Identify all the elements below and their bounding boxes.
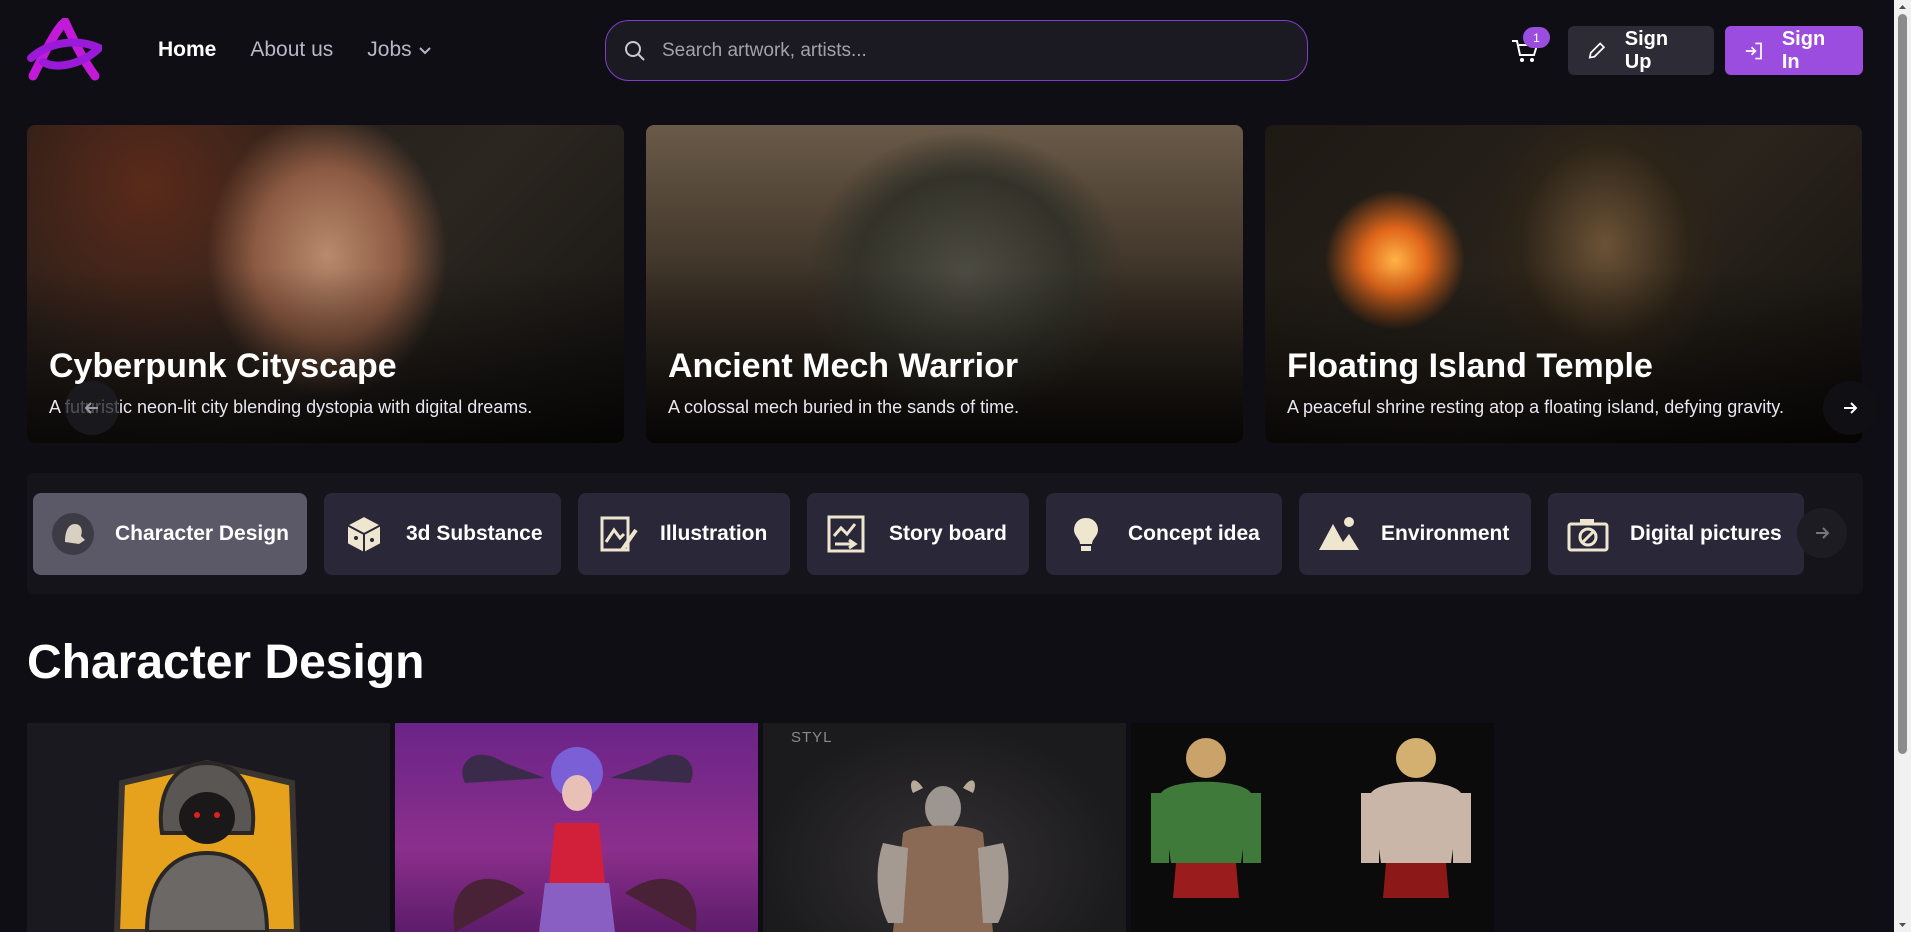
category-concept-idea[interactable]: Concept idea (1046, 493, 1282, 575)
category-label: Digital pictures (1630, 522, 1782, 545)
carousel-slide[interactable]: Floating Island Temple A peaceful shrine… (1265, 125, 1862, 443)
chevron-down-icon (418, 47, 431, 55)
slide-description: A futuristic neon-lit city blending dyst… (49, 397, 533, 417)
scroll-down-icon[interactable] (1898, 920, 1907, 929)
succubus-figure-image (453, 747, 697, 932)
carousel-slide[interactable]: Ancient Mech Warrior A colossal mech bur… (646, 125, 1243, 443)
scrollbar-thumb[interactable] (1898, 14, 1907, 754)
category-bar: Character Design 3d Substance Illustrati… (27, 473, 1863, 594)
category-character-design[interactable]: Character Design (33, 493, 307, 575)
featured-carousel: Cyberpunk Cityscape A futuristic neon-li… (27, 125, 1877, 443)
slide-gradient (1265, 125, 1862, 443)
nav-jobs[interactable]: Jobs (367, 38, 431, 62)
search-input[interactable] (662, 39, 1262, 62)
illustration-icon (596, 512, 640, 556)
search-bar[interactable] (605, 20, 1308, 81)
slide-gradient (27, 125, 624, 443)
section-title: Character Design (27, 636, 425, 689)
slide-title: Cyberpunk Cityscape (49, 347, 397, 385)
arrow-right-icon (1816, 527, 1830, 539)
category-environment[interactable]: Environment (1299, 493, 1531, 575)
category-next-button[interactable] (1797, 508, 1847, 558)
category-label: Environment (1381, 522, 1510, 545)
demon-figure-image (877, 780, 1009, 932)
slide-description: A peaceful shrine resting atop a floatin… (1287, 397, 1784, 417)
category-label: Illustration (660, 522, 768, 545)
carousel-slide[interactable]: Cyberpunk Cityscape A futuristic neon-li… (27, 125, 624, 443)
mountain-icon (1317, 512, 1361, 556)
logo-icon (27, 15, 106, 81)
cart-count-badge: 1 (1523, 27, 1550, 48)
nav-home[interactable]: Home (158, 38, 216, 62)
arrow-left-icon (84, 402, 98, 414)
header: Home About us Jobs 1 Sign Up Sign In (0, 0, 1890, 100)
nav-jobs-label: Jobs (367, 38, 412, 61)
category-digital-pictures[interactable]: Digital pictures (1548, 493, 1804, 575)
scroll-up-icon[interactable] (1898, 3, 1907, 12)
login-icon (1745, 42, 1762, 59)
sign-in-button[interactable]: Sign In (1725, 26, 1863, 75)
gallery-item[interactable]: STYL (763, 723, 1126, 932)
gallery-item[interactable] (1131, 723, 1494, 932)
sign-in-label: Sign In (1781, 27, 1826, 73)
carousel-next-button[interactable] (1823, 381, 1877, 435)
category-illustration[interactable]: Illustration (578, 493, 790, 575)
storyboard-icon (825, 512, 869, 556)
muscular-figures-image (1151, 738, 1471, 898)
sign-up-label: Sign Up (1624, 27, 1669, 73)
slide-description: A colossal mech buried in the sands of t… (668, 397, 1020, 417)
logo[interactable] (27, 15, 106, 82)
nav-about-label: About us (250, 38, 334, 61)
category-label: Character Design (115, 522, 289, 545)
category-3d-substance[interactable]: 3d Substance (324, 493, 561, 575)
character-icon (51, 512, 95, 556)
sign-up-button[interactable]: Sign Up (1568, 26, 1714, 75)
nav-about-us[interactable]: About us (250, 38, 333, 62)
camera-icon (1566, 512, 1610, 556)
gallery-item[interactable] (27, 723, 390, 932)
lightbulb-icon (1064, 512, 1108, 556)
slide-gradient (646, 125, 1243, 443)
cube-icon (342, 512, 386, 556)
pencil-icon (1588, 41, 1606, 59)
watermark-text: STYL (791, 729, 833, 746)
gallery-item[interactable] (395, 723, 758, 932)
carousel-prev-button[interactable] (65, 381, 119, 435)
slide-title: Floating Island Temple (1287, 347, 1653, 385)
arrow-right-icon (1844, 402, 1858, 414)
main-nav: Home About us Jobs (158, 38, 432, 62)
slide-title: Ancient Mech Warrior (668, 347, 1019, 385)
nav-home-label: Home (158, 38, 217, 61)
category-label: Concept idea (1128, 522, 1260, 545)
category-story-board[interactable]: Story board (807, 493, 1029, 575)
hooded-figure-logo-image (113, 759, 301, 932)
search-icon (625, 40, 645, 61)
category-label: 3d Substance (406, 522, 543, 545)
category-label: Story board (889, 522, 1007, 545)
